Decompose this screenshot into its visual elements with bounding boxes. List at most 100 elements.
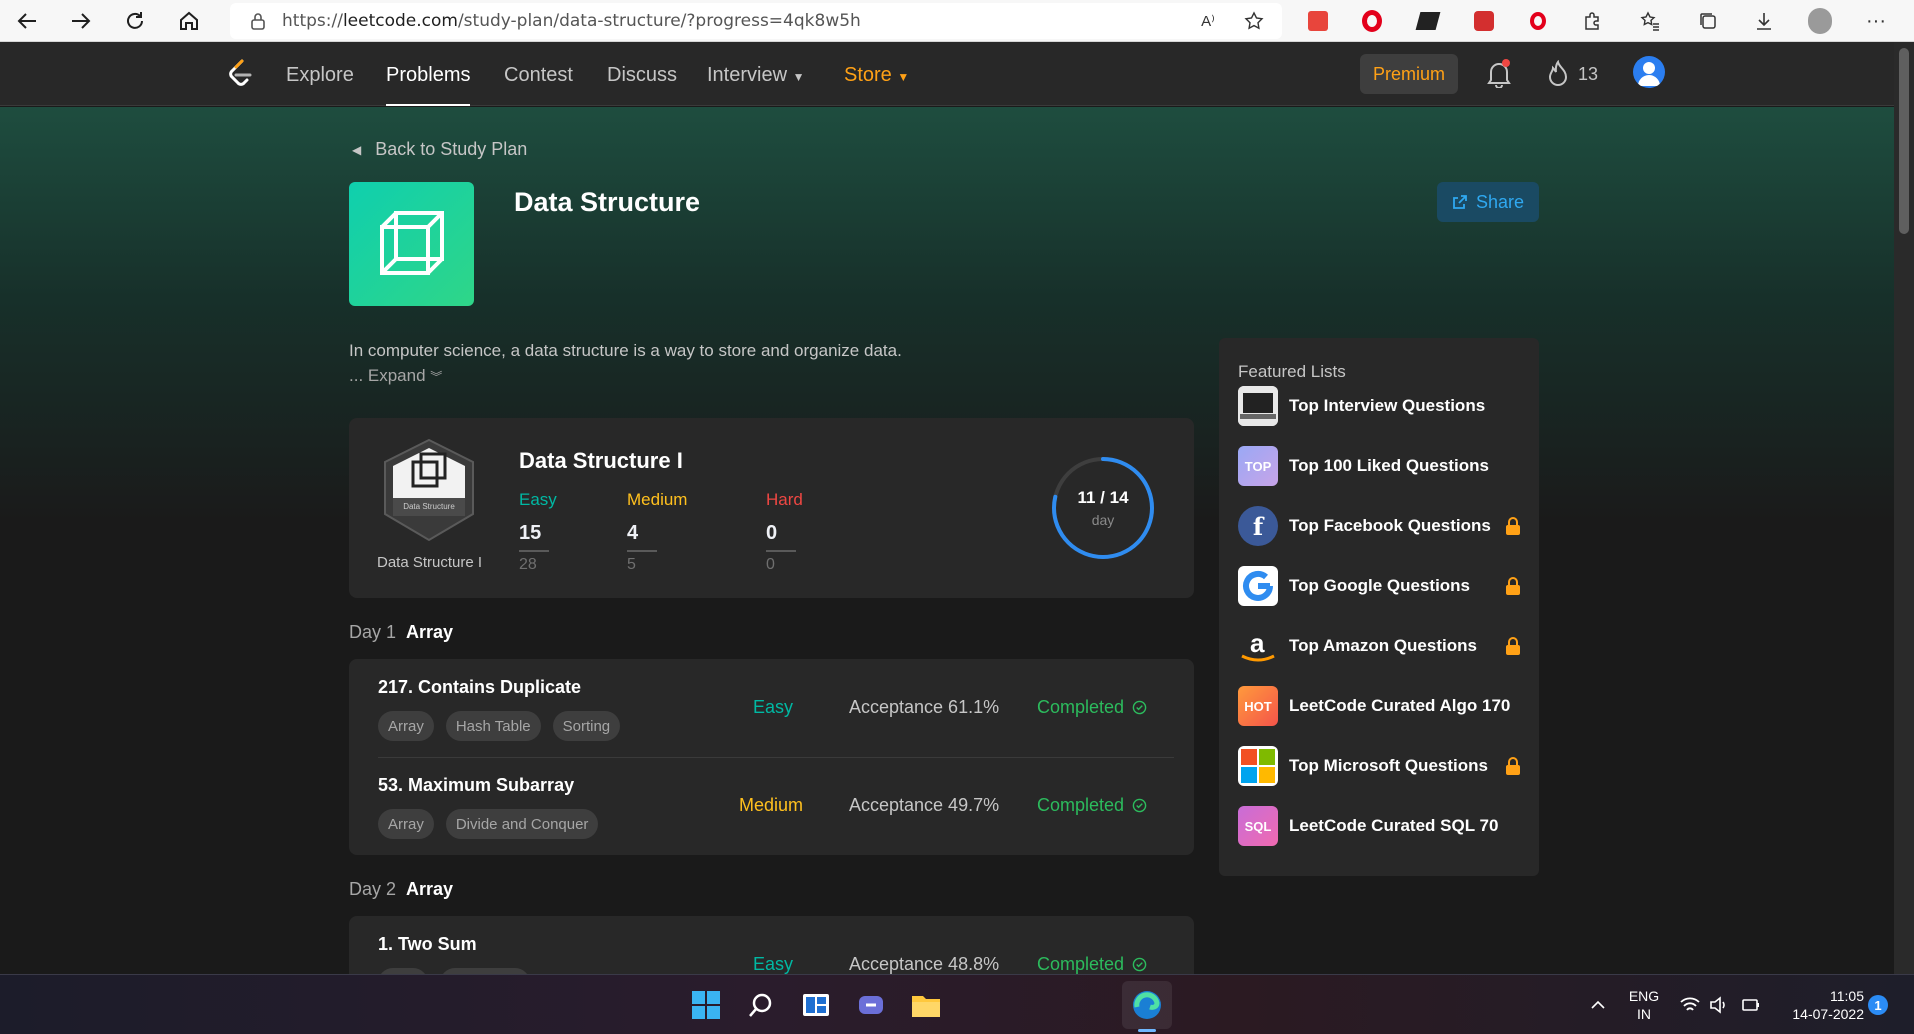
nav-problems[interactable]: Problems [386, 64, 470, 87]
featured-item[interactable]: HOT LeetCode Curated Algo 170 [1238, 686, 1528, 726]
google-icon [1238, 566, 1278, 606]
extension-red-icon[interactable] [1306, 9, 1330, 33]
study-plan-summary-card: Data Structure Data Structure I Data Str… [349, 418, 1194, 598]
featured-item-label: LeetCode Curated Algo 170 [1289, 696, 1511, 715]
featured-item[interactable]: a Top Amazon Questions [1238, 626, 1528, 666]
language-indicator[interactable]: ENG IN [1622, 987, 1666, 1023]
extension-stop-icon[interactable] [1526, 9, 1550, 33]
favorites-icon[interactable] [1638, 9, 1662, 33]
read-aloud-icon[interactable]: A⁾ [1196, 9, 1220, 33]
medium-done-count: 4 [627, 522, 639, 544]
edge-browser-icon[interactable] [1131, 989, 1163, 1021]
nav-contest[interactable]: Contest [504, 64, 573, 87]
file-explorer-icon[interactable] [910, 989, 942, 1021]
clock-time: 11:05 [1830, 988, 1864, 1004]
tag[interactable]: Divide and Conquer [445, 809, 599, 839]
medium-label: Medium [627, 490, 688, 509]
address-bar[interactable]: https://leetcode.com/study-plan/data-str… [230, 3, 1282, 39]
search-icon[interactable] [745, 989, 777, 1021]
share-button[interactable]: Share [1437, 182, 1539, 222]
featured-lists-panel: Featured Lists Top Interview Questions T… [1219, 338, 1539, 876]
easy-done-count: 15 [519, 522, 542, 544]
back-arrow-icon[interactable] [0, 0, 54, 42]
leetcode-logo-icon[interactable] [224, 58, 254, 90]
progress-ring [1052, 457, 1154, 559]
refresh-icon[interactable] [108, 0, 162, 42]
volume-icon[interactable] [1702, 989, 1734, 1021]
extension-dark-icon[interactable] [1415, 9, 1441, 33]
leetcode-navbar: Explore Problems Contest Discuss Intervi… [0, 42, 1894, 106]
problem-difficulty: Easy [753, 697, 794, 717]
scrollbar-thumb[interactable] [1899, 48, 1909, 234]
forward-arrow-icon[interactable] [54, 0, 108, 42]
extension-shield-icon[interactable] [1472, 9, 1496, 33]
problem-title[interactable]: 217. Contains Duplicate [378, 677, 581, 698]
featured-item[interactable]: f Top Facebook Questions [1238, 506, 1528, 546]
problem-acceptance: Acceptance 48.8% [849, 954, 1000, 974]
expand-link[interactable]: ... Expand ︾ [349, 366, 442, 386]
problem-row[interactable]: 53. Maximum Subarray Array Divide and Co… [349, 757, 1194, 855]
caret-down-icon: ▼ [792, 70, 805, 84]
page-scrollbar[interactable] [1894, 42, 1914, 974]
windows-start-icon[interactable] [690, 989, 722, 1021]
language-code: ENG [1628, 988, 1660, 1004]
page-title: Data Structure [514, 187, 701, 217]
nav-store[interactable]: Store ▼ [844, 64, 909, 87]
premium-button[interactable]: Premium [1360, 54, 1458, 94]
problem-row[interactable]: 1. Two Sum Easy Acceptance 48.8% Complet… [349, 916, 1194, 974]
opera-icon[interactable] [1360, 9, 1384, 33]
featured-item[interactable]: Top Google Questions [1238, 566, 1528, 606]
more-options-icon[interactable]: ··· [1864, 9, 1888, 33]
easy-total-count: 28 [519, 556, 537, 573]
problem-difficulty: Medium [739, 795, 804, 815]
featured-item[interactable]: TOP Top 100 Liked Questions [1238, 446, 1528, 486]
download-icon[interactable] [1752, 9, 1776, 33]
region-code: IN [1637, 1006, 1651, 1022]
nav-discuss[interactable]: Discuss [607, 64, 677, 87]
notification-count-badge[interactable]: 1 [1868, 995, 1888, 1015]
featured-item[interactable]: Top Interview Questions [1238, 386, 1528, 426]
problem-status: Completed [1037, 954, 1147, 974]
lock-icon [1506, 637, 1520, 655]
progress-days: 11 / 14 [1077, 488, 1129, 507]
day-problem-card: 217. Contains Duplicate Array Hash Table… [349, 659, 1194, 855]
home-icon[interactable] [162, 0, 216, 42]
caret-down-icon: ▼ [897, 70, 910, 84]
back-to-study-plan-link[interactable]: ◀ Back to Study Plan [352, 139, 527, 160]
day-problem-card: 1. Two Sum Easy Acceptance 48.8% Complet… [349, 916, 1194, 974]
hard-label: Hard [766, 490, 803, 509]
collections-icon[interactable] [1696, 9, 1720, 33]
svg-text:a: a [1250, 628, 1265, 658]
widgets-icon[interactable] [800, 989, 832, 1021]
plan-description: In computer science, a data structure is… [349, 341, 902, 360]
teams-chat-icon[interactable] [855, 989, 887, 1021]
problem-title[interactable]: 53. Maximum Subarray [378, 775, 574, 796]
featured-item[interactable]: SQL LeetCode Curated SQL 70 [1238, 806, 1528, 846]
tag[interactable]: Array [378, 809, 434, 839]
nav-interview[interactable]: Interview ▼ [707, 64, 804, 87]
check-circle-icon [1132, 957, 1147, 972]
profile-icon[interactable] [1808, 8, 1832, 34]
fire-streak-icon[interactable] [1546, 60, 1570, 88]
hard-divider [766, 550, 796, 552]
user-avatar[interactable] [1633, 56, 1665, 88]
problem-row[interactable]: 217. Contains Duplicate Array Hash Table… [349, 659, 1194, 758]
battery-icon[interactable] [1734, 989, 1766, 1021]
nav-active-underline [386, 104, 470, 106]
hard-total-count: 0 [766, 556, 775, 573]
featured-item[interactable]: Top Microsoft Questions [1238, 746, 1528, 786]
favorite-add-icon[interactable] [1242, 9, 1266, 33]
hard-done-count: 0 [766, 522, 778, 544]
problem-title[interactable]: 1. Two Sum [378, 934, 477, 955]
hot-icon: HOT [1238, 686, 1278, 726]
amazon-icon: a [1238, 626, 1278, 666]
extensions-puzzle-icon[interactable] [1580, 9, 1604, 33]
clock-date: 14-07-2022 [1792, 1006, 1864, 1022]
clock[interactable]: 11:05 14-07-2022 [1764, 987, 1864, 1023]
nav-explore[interactable]: Explore [286, 64, 354, 87]
tag[interactable]: Array [378, 711, 434, 741]
chevron-up-icon[interactable] [1582, 989, 1614, 1021]
tag[interactable]: Sorting [552, 711, 621, 741]
easy-divider [519, 550, 549, 552]
tag[interactable]: Hash Table [445, 711, 541, 741]
